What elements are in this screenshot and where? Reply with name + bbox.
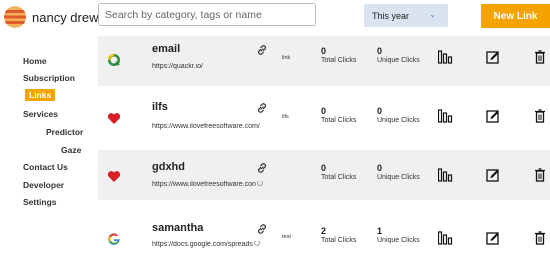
total-clicks-label: Total Clicks: [321, 237, 357, 244]
link-tag: ilfs: [282, 114, 289, 120]
unique-clicks-label: Unique Clicks: [377, 57, 420, 64]
bar-chart-icon[interactable]: [437, 109, 453, 128]
unique-clicks-label: Unique Clicks: [377, 117, 420, 124]
period-select-value: This year: [372, 10, 410, 21]
unique-clicks-value: 0: [377, 106, 383, 116]
link-url[interactable]: https://www.ilovefreesoftware.com/: [152, 123, 282, 130]
sidebar-item-predictor[interactable]: Predictor: [46, 127, 83, 137]
unique-clicks-value: 0: [377, 163, 383, 173]
chevron-down-icon: ⌄: [429, 10, 436, 19]
brand: nancy drew: [4, 6, 98, 28]
bar-chart-icon[interactable]: [437, 50, 453, 69]
search-input[interactable]: [98, 3, 316, 26]
sidebar-item-developer[interactable]: Developer: [23, 180, 64, 190]
total-clicks-value: 0: [321, 163, 327, 173]
scroll-icon[interactable]: [256, 181, 263, 187]
avatar[interactable]: [4, 6, 26, 28]
new-link-button[interactable]: New Link: [481, 4, 550, 28]
heart-icon: [106, 168, 122, 184]
link-chain-icon[interactable]: [256, 43, 268, 61]
bar-chart-icon[interactable]: [437, 168, 453, 187]
edit-icon[interactable]: [486, 168, 500, 187]
link-url[interactable]: https://quackr.io/: [152, 63, 282, 70]
link-chain-icon[interactable]: [256, 161, 268, 179]
link-chain-icon[interactable]: [256, 222, 268, 240]
total-clicks-value: 0: [321, 106, 327, 116]
unique-clicks-label: Unique Clicks: [377, 174, 420, 181]
trash-icon[interactable]: [535, 168, 545, 187]
total-clicks-label: Total Clicks: [321, 174, 357, 181]
link-url[interactable]: https://www.ilovefreesoftware.con: [152, 181, 280, 188]
link-row: ilfs https://www.ilovefreesoftware.com/ …: [98, 93, 550, 143]
sidebar-item-home[interactable]: Home: [23, 56, 47, 66]
quackr-icon: [106, 52, 122, 68]
link-row: email https://quackr.io/ link 0 Total Cl…: [98, 36, 550, 86]
link-row: samantha https://docs.google.com/spreads…: [98, 207, 550, 255]
link-tag: link: [282, 55, 291, 61]
link-name[interactable]: samantha: [152, 222, 203, 234]
total-clicks-label: Total Clicks: [321, 117, 357, 124]
link-name[interactable]: email: [152, 43, 180, 55]
trash-icon[interactable]: [535, 50, 545, 69]
heart-icon: [106, 110, 122, 126]
trash-icon[interactable]: [535, 109, 545, 128]
link-row: gdxhd https://www.ilovefreesoftware.con …: [98, 150, 550, 200]
link-name[interactable]: ilfs: [152, 101, 168, 113]
sidebar-item-gaze[interactable]: Gaze: [61, 145, 81, 155]
unique-clicks-value: 1: [377, 226, 383, 236]
link-tag: test: [282, 234, 291, 240]
sidebar-item-subscription[interactable]: Subscription: [23, 73, 75, 83]
total-clicks-label: Total Clicks: [321, 57, 357, 64]
google-icon: [106, 231, 122, 247]
bar-chart-icon[interactable]: [437, 231, 453, 250]
scroll-icon[interactable]: [253, 241, 260, 247]
link-chain-icon[interactable]: [256, 101, 268, 119]
link-name[interactable]: gdxhd: [152, 161, 185, 173]
link-url[interactable]: https://docs.google.com/spreads: [152, 241, 280, 248]
unique-clicks-value: 0: [377, 46, 383, 56]
user-name: nancy drew: [32, 9, 99, 25]
sidebar-item-links[interactable]: Links: [25, 89, 56, 101]
total-clicks-value: 0: [321, 46, 327, 56]
edit-icon[interactable]: [486, 109, 500, 128]
sidebar: nancy drew Home Subscription Links Servi…: [0, 0, 98, 255]
unique-clicks-label: Unique Clicks: [377, 237, 420, 244]
edit-icon[interactable]: [486, 231, 500, 250]
trash-icon[interactable]: [535, 231, 545, 250]
sidebar-item-services[interactable]: Services: [23, 109, 58, 119]
edit-icon[interactable]: [486, 50, 500, 69]
sidebar-item-contact-us[interactable]: Contact Us: [23, 162, 68, 172]
sidebar-item-settings[interactable]: Settings: [23, 197, 57, 207]
period-select[interactable]: This year ⌄: [364, 4, 448, 27]
total-clicks-value: 2: [321, 226, 327, 236]
